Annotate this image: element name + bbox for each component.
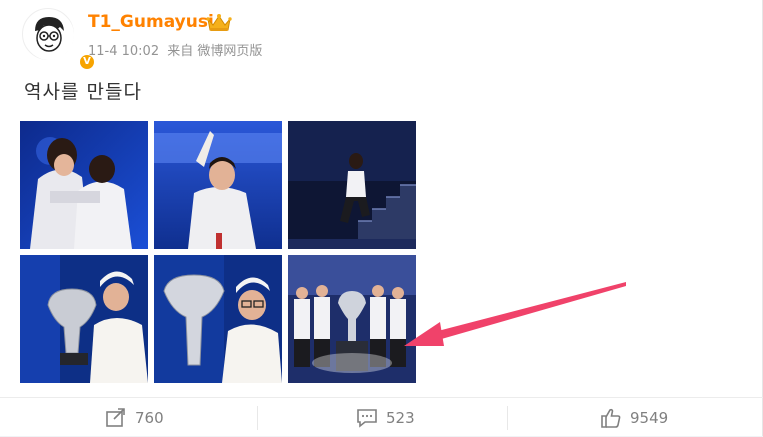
- photo-trophy-2[interactable]: [154, 255, 282, 383]
- divider: [507, 406, 508, 430]
- like-count: 9549: [630, 408, 669, 427]
- share-icon: [106, 407, 125, 427]
- thumbs-up-icon: [601, 408, 621, 428]
- post-meta: 11-4 10:02 来自 微博网页版: [88, 40, 266, 59]
- photo-hug[interactable]: [20, 121, 148, 249]
- post-source: 来自 微博网页版: [167, 44, 263, 59]
- username-link[interactable]: T1_Gumayusi: [88, 12, 214, 32]
- comment-count: 523: [386, 408, 415, 427]
- comment-icon: [357, 408, 377, 428]
- repost-button[interactable]: 760: [105, 398, 164, 437]
- post-text: 역사를 만들다: [24, 81, 142, 103]
- comment-button[interactable]: 523: [356, 398, 415, 437]
- weibo-post-card: V T1_Gumayusi 11-4 10:02 来自 微博网页版 역사를 만들…: [0, 0, 763, 436]
- action-bar: 760 523 9549: [0, 397, 763, 436]
- post-date-link[interactable]: 11-4 10:02: [88, 44, 159, 59]
- like-button[interactable]: 9549: [600, 398, 668, 437]
- crown-icon: [206, 14, 232, 31]
- repost-count: 760: [135, 408, 164, 427]
- photo-stairs[interactable]: [288, 121, 416, 249]
- avatar-illustration: [24, 10, 74, 60]
- annotation-arrow-icon: [404, 282, 626, 346]
- avatar[interactable]: V: [22, 8, 96, 71]
- photo-grid: [20, 121, 416, 383]
- photo-stage-mic[interactable]: [154, 121, 282, 249]
- photo-team-trophy[interactable]: [288, 255, 416, 383]
- divider: [257, 406, 258, 430]
- photo-trophy-1[interactable]: [20, 255, 148, 383]
